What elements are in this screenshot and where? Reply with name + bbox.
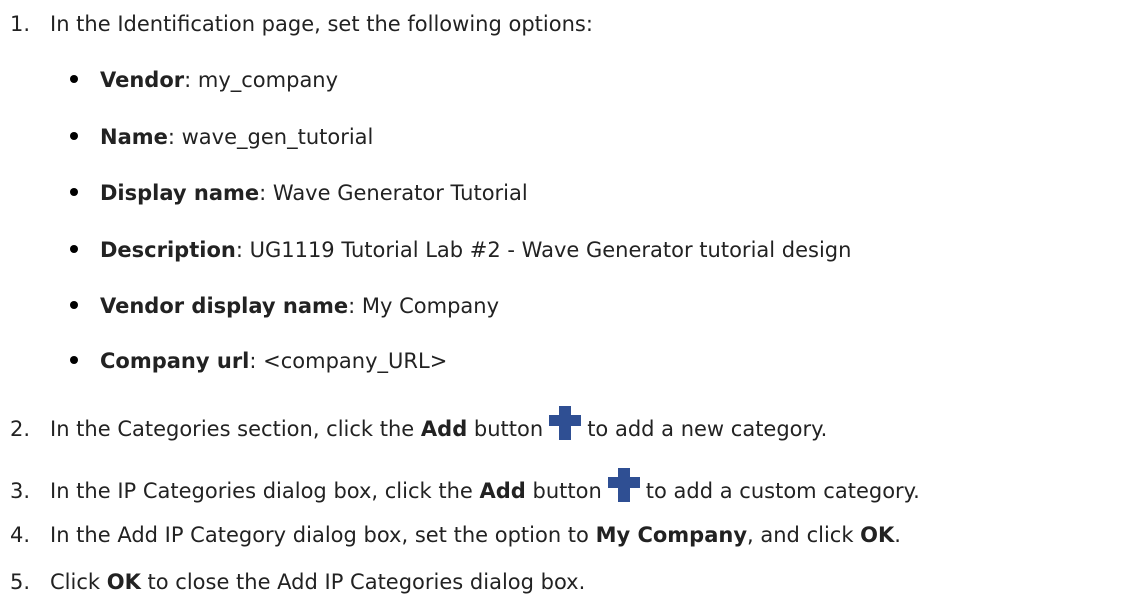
- bullet-label: Name: [100, 125, 168, 149]
- bullet-separator: :: [235, 238, 243, 262]
- bullet-value: My Company: [355, 294, 500, 318]
- bullet-icon: [70, 188, 78, 196]
- bullet-label: Vendor display name: [100, 294, 349, 318]
- step-text: , and click: [747, 523, 861, 547]
- step-4: 4. In the Add IP Category dialog box, set…: [0, 520, 901, 550]
- bullet-value: <company_URL>: [256, 349, 448, 373]
- bullet-item-name: Name: wave_gen_tutorial: [70, 122, 373, 152]
- bullet-separator: :: [167, 125, 175, 149]
- add-label: Add: [420, 417, 468, 441]
- step-number: 4.: [10, 523, 31, 547]
- step-text: In the Identification page, set the foll…: [50, 12, 593, 36]
- add-label: Add: [479, 479, 526, 503]
- plus-icon: [549, 406, 582, 440]
- bullet-icon: [70, 356, 78, 364]
- step-text: .: [894, 523, 901, 547]
- step-number: 3.: [10, 479, 31, 503]
- ok-label: OK: [860, 523, 895, 547]
- step-text: button: [467, 417, 544, 441]
- ok-label: OK: [106, 570, 141, 594]
- bullet-icon: [70, 301, 78, 309]
- step-text: button: [525, 479, 602, 503]
- step-text: In the Categories section, click the: [50, 417, 421, 441]
- document-page: 1. In the Identification page, set the fo…: [0, 0, 1134, 614]
- bullet-icon: [70, 75, 78, 83]
- bullet-value: my_company: [191, 68, 339, 92]
- step-number: 5.: [10, 570, 31, 594]
- step-text: Click: [50, 570, 107, 594]
- bullet-item-display-name: Display name: Wave Generator Tutorial: [70, 178, 528, 208]
- bullet-item-vendor: Vendor: my_company: [70, 65, 338, 95]
- bullet-value: Wave Generator Tutorial: [266, 181, 528, 205]
- bullet-item-description: Description: UG1119 Tutorial Lab #2 - Wa…: [70, 235, 851, 265]
- bullet-label: Display name: [100, 181, 260, 205]
- plus-icon: [607, 468, 640, 502]
- step-1: 1. In the Identification page, set the fo…: [0, 9, 593, 39]
- bullet-value: wave_gen_tutorial: [174, 125, 374, 149]
- bullet-icon: [70, 132, 78, 140]
- bullet-icon: [70, 245, 78, 253]
- step-text: to close the Add IP Categories dialog bo…: [140, 570, 586, 594]
- bullet-label: Company url: [100, 349, 250, 373]
- step-2: 2. In the Categories section, click the A…: [0, 406, 827, 444]
- step-text: to add a new category.: [587, 417, 828, 441]
- bullet-label: Vendor: [100, 68, 185, 92]
- bullet-label: Description: [100, 238, 236, 262]
- bullet-item-vendor-display-name: Vendor display name: My Company: [70, 291, 499, 321]
- step-3: 3. In the IP Categories dialog box, click…: [0, 468, 920, 506]
- step-number: 1.: [10, 12, 31, 36]
- step-text: In the IP Categories dialog box, click t…: [50, 479, 480, 503]
- step-number: 2.: [10, 417, 31, 441]
- step-text: In the Add IP Category dialog box, set t…: [50, 523, 596, 547]
- bullet-value: UG1119 Tutorial Lab #2 - Wave Generator …: [242, 238, 852, 262]
- step-text: to add a custom category.: [645, 479, 920, 503]
- step-5: 5. Click OK to close the Add IP Categorie…: [0, 567, 585, 597]
- bullet-item-company-url: Company url: <company_URL>: [70, 346, 447, 376]
- my-company-label: My Company: [595, 523, 748, 547]
